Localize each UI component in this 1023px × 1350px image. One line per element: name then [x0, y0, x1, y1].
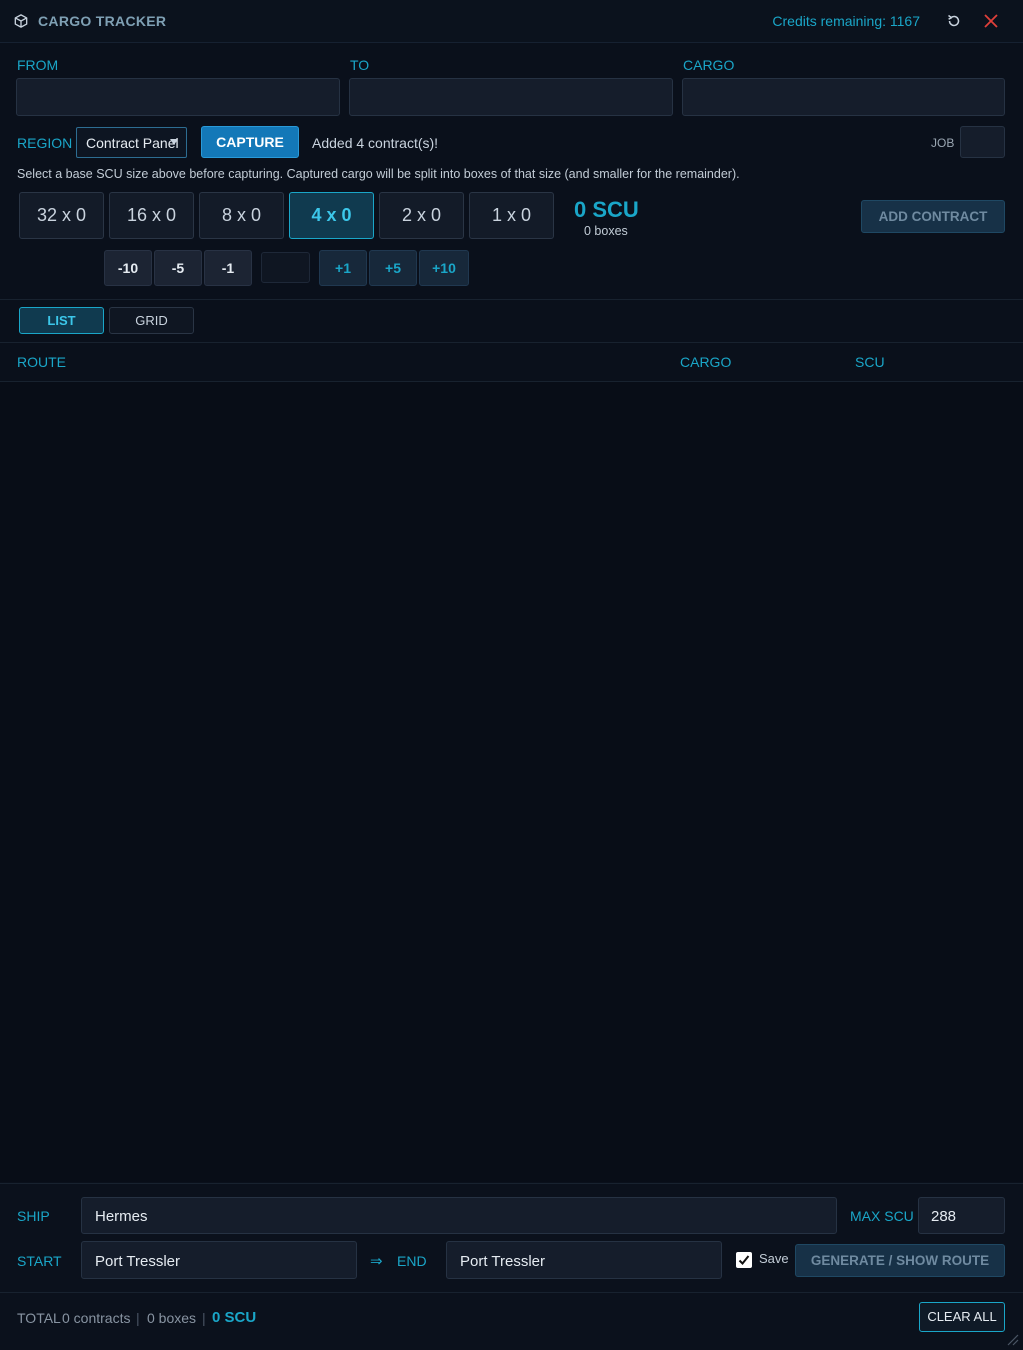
- generate-route-button[interactable]: GENERATE / SHOW ROUTE: [795, 1244, 1005, 1277]
- region-label: REGION: [17, 135, 73, 151]
- max-scu-input[interactable]: 288: [918, 1197, 1005, 1234]
- tab-grid[interactable]: GRID: [109, 307, 194, 334]
- cube-icon: [14, 14, 28, 28]
- to-input[interactable]: [349, 78, 673, 116]
- job-label: JOB: [931, 136, 955, 150]
- start-label: START: [17, 1253, 62, 1269]
- ship-value: Hermes: [95, 1208, 148, 1225]
- ship-input[interactable]: Hermes: [81, 1197, 837, 1234]
- column-header-scu[interactable]: SCU: [855, 354, 885, 370]
- capture-hint: Select a base SCU size above before capt…: [17, 167, 740, 181]
- start-value: Port Tressler: [95, 1253, 181, 1270]
- credits-remaining: Credits remaining: 1167: [772, 13, 920, 29]
- divider: [0, 342, 1023, 343]
- to-label: TO: [350, 57, 370, 73]
- arrow-right-icon: ⇒: [370, 1253, 383, 1270]
- divider: [0, 1292, 1023, 1293]
- size-button-32[interactable]: 32 x 0: [19, 192, 104, 239]
- scu-total: 0 SCU: [574, 197, 639, 222]
- cargo-label: CARGO: [683, 57, 735, 73]
- job-input[interactable]: [960, 126, 1005, 158]
- ship-label: SHIP: [17, 1208, 50, 1224]
- minus-5-button[interactable]: -5: [154, 250, 202, 286]
- capture-status: Added 4 contract(s)!: [312, 135, 439, 151]
- end-label: END: [397, 1253, 427, 1269]
- total-boxes: 0 boxes: [147, 1310, 197, 1326]
- capture-button[interactable]: CAPTURE: [201, 126, 299, 158]
- clear-all-button[interactable]: CLEAR ALL: [919, 1302, 1005, 1332]
- start-input[interactable]: Port Tressler: [81, 1241, 357, 1279]
- total-label: TOTAL: [17, 1310, 61, 1326]
- max-scu-label: MAX SCU: [850, 1208, 914, 1224]
- plus-1-button[interactable]: +1: [319, 250, 367, 286]
- minus-10-button[interactable]: -10: [104, 250, 152, 286]
- size-button-4[interactable]: 4 x 0: [289, 192, 374, 239]
- size-button-8[interactable]: 8 x 0: [199, 192, 284, 239]
- column-header-cargo[interactable]: CARGO: [680, 354, 731, 370]
- total-separator: |: [202, 1310, 206, 1326]
- end-input[interactable]: Port Tressler: [446, 1241, 722, 1279]
- resize-grip-icon[interactable]: [1003, 1330, 1019, 1346]
- size-button-16[interactable]: 16 x 0: [109, 192, 194, 239]
- end-value: Port Tressler: [460, 1253, 546, 1270]
- close-icon[interactable]: [983, 13, 999, 29]
- plus-10-button[interactable]: +10: [419, 250, 469, 286]
- chevron-down-icon: [170, 139, 178, 145]
- max-scu-value: 288: [931, 1208, 957, 1225]
- app-title: CARGO TRACKER: [38, 13, 167, 29]
- size-button-2[interactable]: 2 x 0: [379, 192, 464, 239]
- add-contract-button[interactable]: ADD CONTRACT: [861, 200, 1005, 233]
- size-button-1[interactable]: 1 x 0: [469, 192, 554, 239]
- from-input[interactable]: [16, 78, 340, 116]
- save-label: Save: [759, 1251, 789, 1266]
- divider: [0, 299, 1023, 300]
- total-scu: 0 SCU: [212, 1309, 257, 1326]
- refresh-icon[interactable]: [946, 13, 962, 29]
- plus-5-button[interactable]: +5: [369, 250, 417, 286]
- column-header-route[interactable]: ROUTE: [17, 354, 66, 370]
- cargo-input[interactable]: [682, 78, 1005, 116]
- minus-1-button[interactable]: -1: [204, 250, 252, 286]
- tab-list[interactable]: LIST: [19, 307, 104, 334]
- adjust-input[interactable]: [261, 252, 310, 283]
- total-separator: |: [136, 1310, 140, 1326]
- save-checkbox[interactable]: [736, 1252, 752, 1268]
- box-count: 0 boxes: [584, 224, 628, 238]
- total-contracts: 0 contracts: [62, 1310, 131, 1326]
- region-select-value: Contract Panel: [86, 135, 179, 151]
- from-label: FROM: [17, 57, 59, 73]
- divider: [0, 1183, 1023, 1184]
- contract-list: [0, 382, 1023, 1182]
